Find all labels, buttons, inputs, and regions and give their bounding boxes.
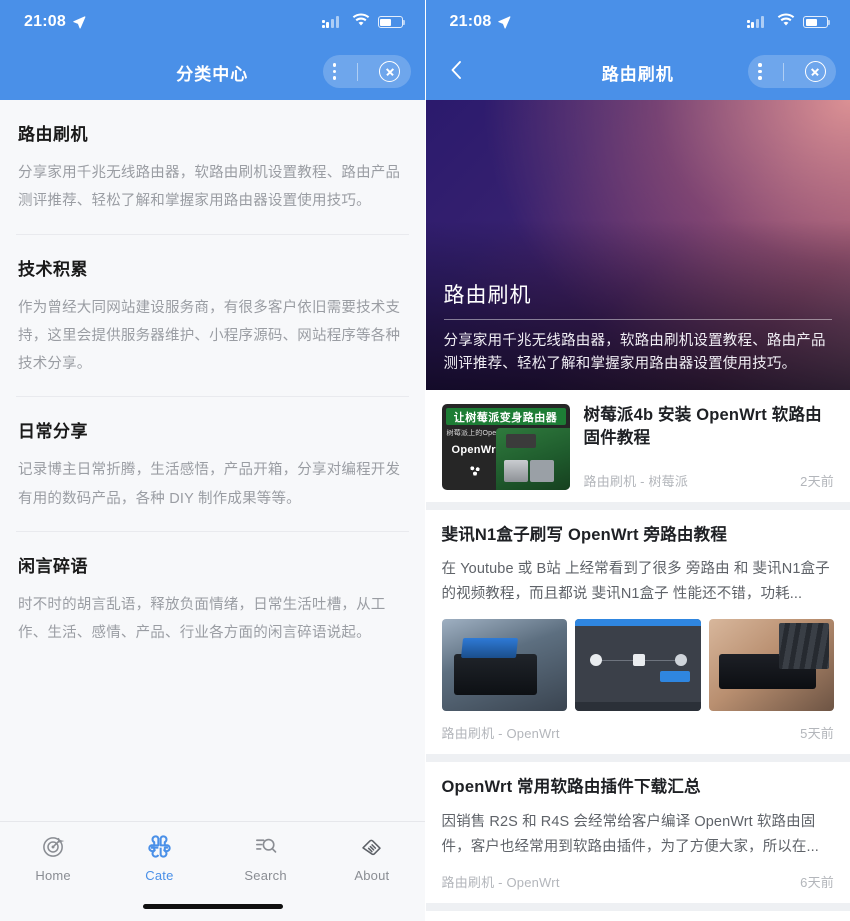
category-item[interactable]: 路由刷机 分享家用千兆无线路由器，软路由刷机设置教程、路由产品测评推荐、轻松了解… xyxy=(0,100,425,234)
capsule-divider xyxy=(357,62,359,81)
status-time: 21:08 xyxy=(449,13,492,30)
gallery-image-n1-box-in-hand-photo[interactable] xyxy=(708,619,834,712)
category-title: 日常分享 xyxy=(18,422,88,442)
status-time: 21:08 xyxy=(24,13,66,30)
article-category: 路由刷机 - OpenWrt xyxy=(441,726,560,742)
battery-icon xyxy=(803,16,830,28)
category-title: 路由刷机 xyxy=(18,125,88,144)
wifi-icon xyxy=(352,12,370,32)
status-bar-left: 21:08 xyxy=(0,0,425,44)
status-bar-right-group xyxy=(747,12,830,32)
battery-icon xyxy=(377,16,405,28)
dual-screenshot-container: 21:08 分类中心 路由刷机 分享家用千兆无线路由器，软路由刷机设置教程、路由… xyxy=(0,0,850,921)
category-description: 记录博主日常折腾，生活感悟，产品开箱，分享对编程开发有用的数码产品，各种 DIY… xyxy=(18,462,401,507)
circuit-board-photo xyxy=(495,428,570,490)
article-card[interactable]: OpenWrt 安装 Samba 插件实现网络文件共享 xyxy=(425,910,850,921)
target-home-icon xyxy=(41,834,66,860)
raspberry-pi-logo-icon xyxy=(465,462,484,480)
category-title: 闲言碎语 xyxy=(18,556,88,576)
article-meta: 路由刷机 - OpenWrt 5天前 xyxy=(442,723,835,742)
grid-clover-icon xyxy=(147,834,172,860)
category-hero-banner: 路由刷机 分享家用千兆无线路由器，软路由刷机设置教程、路由产品测评推荐、轻松了解… xyxy=(425,100,850,390)
article-image-gallery xyxy=(441,619,834,712)
article-time: 6天前 xyxy=(800,874,834,890)
article-meta: 路由刷机 - OpenWrt 6天前 xyxy=(442,872,835,891)
wifi-icon xyxy=(777,12,795,32)
back-button[interactable] xyxy=(440,55,474,89)
article-time: 2天前 xyxy=(800,474,834,489)
status-bar-right-group xyxy=(321,12,405,32)
category-description: 时不时的胡言乱语，释放负面情绪，日常生活吐槽，从工作、生活、感情、产品、行业各方… xyxy=(18,596,386,642)
category-description: 分享家用千兆无线路由器，软路由刷机设置教程、路由产品测评推荐、轻松了解和掌握家用… xyxy=(18,165,401,210)
category-item[interactable]: 日常分享 记录博主日常折腾，生活感悟，产品开箱，分享对编程开发有用的数码产品，各… xyxy=(16,396,409,531)
mini-program-capsule-right[interactable] xyxy=(748,55,836,88)
article-card[interactable]: OpenWrt 常用软路由插件下载汇总 因销售 R2S 和 R4S 会经常给客户… xyxy=(425,762,850,903)
more-dots-icon[interactable] xyxy=(332,63,337,80)
category-item[interactable]: 技术积累 作为曾经大同网站建设服务商，有很多客户依旧需要技术支持，这里会提供服务… xyxy=(16,233,409,397)
tab-label-search: Search xyxy=(244,867,287,883)
thumbnail-banner-text: 让树莓派变身路由器 xyxy=(445,408,566,425)
tab-home[interactable]: Home xyxy=(0,822,106,894)
article-title: OpenWrt 常用软路由插件下载汇总 xyxy=(441,778,701,797)
tab-search[interactable]: Search xyxy=(213,822,319,894)
category-title: 技术积累 xyxy=(18,259,88,279)
gallery-image-flash-tool-screenshot[interactable] xyxy=(575,619,701,712)
left-screen-category-center: 21:08 分类中心 路由刷机 分享家用千兆无线路由器，软路由刷机设置教程、路由… xyxy=(0,0,425,921)
article-meta: 路由刷机 - 树莓派 2天前 xyxy=(584,471,835,490)
thumbnail-logo-text: OpenWrt xyxy=(451,444,500,456)
handshake-icon xyxy=(359,834,384,860)
close-circle-icon[interactable] xyxy=(379,61,401,82)
tab-label-home: Home xyxy=(35,867,71,883)
article-title: 树莓派4b 安装 OpenWrt 软路由固件教程 xyxy=(583,406,822,448)
search-list-icon xyxy=(253,834,278,860)
status-bar-left-group: 21:08 xyxy=(450,13,512,31)
chevron-left-icon xyxy=(445,58,469,87)
gallery-image-n1-box-photo[interactable] xyxy=(441,619,567,712)
article-title: 斐讯N1盒子刷写 OpenWrt 旁路由教程 xyxy=(441,526,728,544)
hero-description: 分享家用千兆无线路由器，软路由刷机设置教程、路由产品测评推荐、轻松了解和掌握家用… xyxy=(443,332,826,372)
hero-divider xyxy=(443,318,832,320)
cellular-signal-icon xyxy=(321,16,344,28)
article-card[interactable]: 斐讯N1盒子刷写 OpenWrt 旁路由教程 在 Youtube 或 B站 上经… xyxy=(425,510,850,755)
tab-about[interactable]: About xyxy=(319,822,425,894)
article-description: 因销售 R2S 和 R4S 会经常给客户编译 OpenWrt 软路由固件，客户也… xyxy=(441,813,819,855)
hero-title: 路由刷机 xyxy=(443,283,532,307)
article-thumbnail: 让树莓派变身路由器 树莓派上的Openwrt安装教程 OpenWrt xyxy=(441,404,570,490)
nav-bar-right: 路由刷机 xyxy=(425,44,850,100)
mini-program-capsule-left[interactable] xyxy=(322,55,411,88)
category-description: 作为曾经大同网站建设服务商，有很多客户依旧需要技术支持，这里会提供服务器维护、小… xyxy=(18,299,401,373)
cellular-signal-icon xyxy=(747,16,769,28)
article-card[interactable]: 让树莓派变身路由器 树莓派上的Openwrt安装教程 OpenWrt 树莓派4b… xyxy=(425,390,850,502)
tab-label-about: About xyxy=(354,867,390,883)
home-indicator-left xyxy=(142,904,283,909)
location-arrow-icon xyxy=(72,15,86,29)
article-time: 5天前 xyxy=(800,726,834,742)
category-item[interactable]: 闲言碎语 时不时的胡言乱语，释放负面情绪，日常生活吐槽，从工作、生活、感情、产品… xyxy=(16,530,409,666)
capsule-divider xyxy=(782,62,784,81)
tab-label-cate: Cate xyxy=(145,867,174,883)
nav-bar-left: 分类中心 xyxy=(0,44,425,100)
status-bar-left-group: 21:08 xyxy=(24,13,86,31)
article-category: 路由刷机 - 树莓派 xyxy=(583,474,689,489)
tab-cate[interactable]: Cate xyxy=(106,822,212,894)
close-circle-icon[interactable] xyxy=(804,61,826,82)
bottom-tab-bar: Home Cate Search About xyxy=(0,821,425,921)
article-list: 让树莓派变身路由器 树莓派上的Openwrt安装教程 OpenWrt 树莓派4b… xyxy=(425,390,850,921)
article-category: 路由刷机 - OpenWrt xyxy=(441,874,560,890)
more-dots-icon[interactable] xyxy=(758,63,762,80)
right-screen-category-detail: 21:08 路由刷机 路由刷机 分享家用千兆无线路由器，软路由刷机设置教程、路由… xyxy=(424,0,850,921)
status-bar-right: 21:08 xyxy=(425,0,850,44)
location-arrow-icon xyxy=(497,15,511,29)
article-description: 在 Youtube 或 B站 上经常看到了很多 旁路由 和 斐讯N1盒子 的视频… xyxy=(441,561,830,603)
category-list: 路由刷机 分享家用千兆无线路由器，软路由刷机设置教程、路由产品测评推荐、轻松了解… xyxy=(0,100,425,877)
